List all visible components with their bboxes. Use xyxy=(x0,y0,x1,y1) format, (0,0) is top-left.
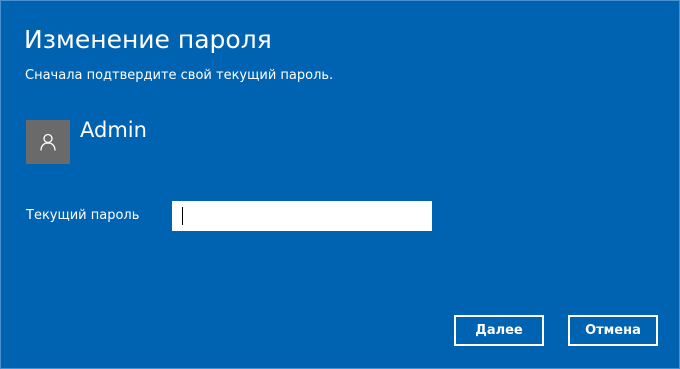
dialog-title: Изменение пароля xyxy=(24,25,272,54)
cancel-button[interactable]: Отмена xyxy=(568,315,658,346)
user-name: Admin xyxy=(80,118,147,142)
avatar xyxy=(26,120,70,164)
user-icon xyxy=(40,133,56,151)
next-button[interactable]: Далее xyxy=(454,315,544,346)
current-password-label: Текущий пароль xyxy=(26,208,140,223)
dialog-subtitle: Сначала подтвердите свой текущий пароль. xyxy=(25,68,334,83)
current-password-input[interactable] xyxy=(172,201,432,231)
change-password-dialog: Изменение пароля Сначала подтвердите сво… xyxy=(0,0,680,369)
text-caret xyxy=(182,207,183,225)
